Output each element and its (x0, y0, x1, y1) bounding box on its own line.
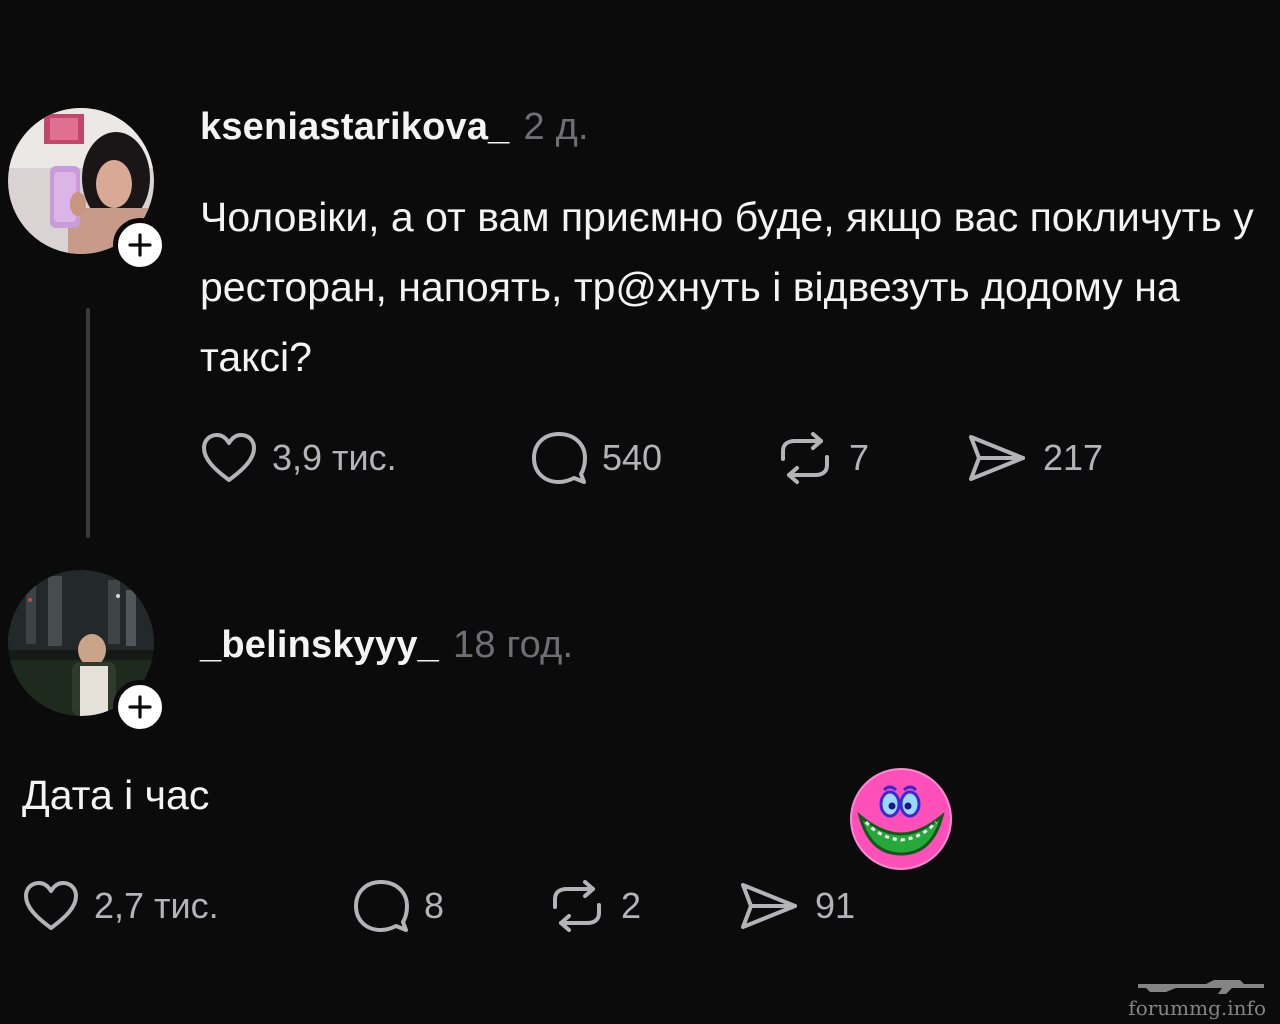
post-timestamp: 2 д. (523, 106, 589, 148)
watermark: forummg.info (1128, 974, 1266, 1020)
plus-icon (128, 233, 152, 257)
heart-icon (24, 881, 78, 930)
heart-icon (202, 433, 256, 482)
username-text[interactable]: _belinskyyy_ (200, 624, 439, 666)
share-button[interactable]: 91 (737, 879, 855, 933)
thread-connector-line (86, 308, 90, 538)
repost-icon (781, 432, 829, 484)
post-author-username[interactable]: kseniastarikova_ 2 д. (200, 106, 589, 149)
watermark-text: forummg.info (1128, 996, 1266, 1020)
comment-count: 8 (424, 885, 445, 926)
follow-button[interactable] (113, 680, 167, 734)
speech-bubble-icon (532, 432, 587, 484)
threads-screen: kseniastarikova_ 2 д. Чоловіки, а от вам … (0, 0, 1280, 1024)
follow-button[interactable] (113, 218, 167, 272)
post-action-bar: 3,9 тис. 540 7 217 (200, 430, 1103, 486)
comment-button[interactable]: 8 (352, 878, 547, 934)
speech-bubble-icon (354, 880, 409, 932)
reply-action-bar: 2,7 тис. 8 2 91 (22, 878, 855, 934)
repost-icon (553, 880, 601, 932)
share-count: 91 (815, 885, 856, 926)
like-count: 3,9 тис. (272, 437, 397, 478)
reply-body-text: Дата і час (22, 772, 210, 818)
plus-icon (128, 695, 152, 719)
comment-count: 540 (602, 437, 663, 478)
send-icon (969, 435, 1025, 481)
like-button[interactable]: 3,9 тис. (200, 431, 530, 485)
like-button[interactable]: 2,7 тис. (22, 879, 352, 933)
share-button[interactable]: 217 (965, 431, 1103, 485)
comment-button[interactable]: 540 (530, 430, 775, 486)
repost-button[interactable]: 2 (547, 879, 737, 933)
share-count: 217 (1043, 437, 1104, 478)
smiley-sticker (850, 768, 952, 870)
repost-count: 7 (849, 437, 870, 478)
repost-count: 2 (621, 885, 642, 926)
like-count: 2,7 тис. (94, 885, 219, 926)
rifle-logo-icon (1138, 980, 1264, 994)
post-body-text: Чоловіки, а от вам приємно буде, якщо ва… (200, 194, 1254, 380)
send-icon (741, 883, 797, 929)
reply-timestamp: 18 год. (453, 624, 574, 666)
username-text[interactable]: kseniastarikova_ (200, 106, 510, 148)
reply-author-username[interactable]: _belinskyyy_ 18 год. (200, 624, 573, 667)
repost-button[interactable]: 7 (775, 431, 965, 485)
